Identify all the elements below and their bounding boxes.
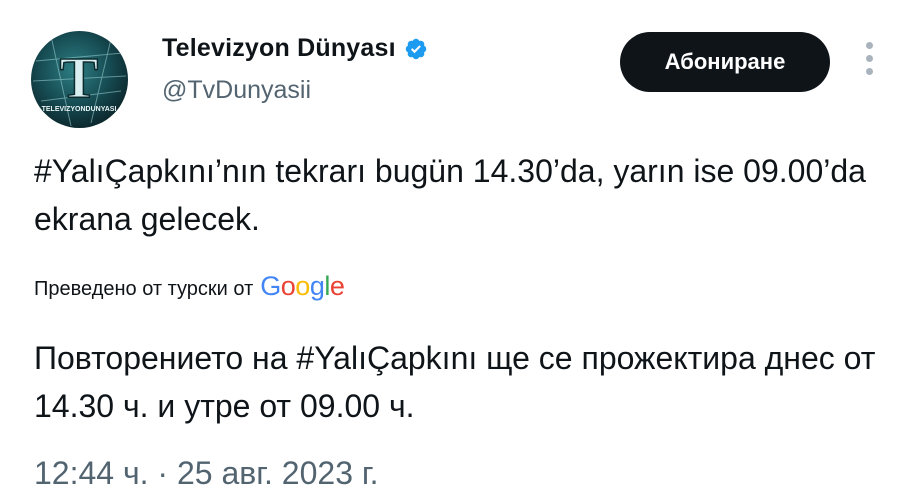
verified-badge-icon[interactable] <box>404 37 428 61</box>
tweet-text: #YalıÇapkını’nın tekrarı bugün 14.30’da,… <box>34 153 866 237</box>
google-logo-icon[interactable]: Google <box>260 271 345 302</box>
translated-text: Повторението на #YalıÇapkını ще се проже… <box>34 340 876 424</box>
user-handle[interactable]: @TvDunyasii <box>162 76 311 105</box>
translation-attribution: Преведено от турски от Google <box>34 271 345 302</box>
follow-button[interactable]: Абониране <box>620 32 830 92</box>
more-vertical-icon[interactable] <box>862 42 876 82</box>
translated-prefix: Преведено от турски от <box>34 278 254 300</box>
avatar[interactable]: T TELEVIZYONDUNYASI <box>31 31 128 128</box>
avatar-logo-icon: T TELEVIZYONDUNYASI <box>32 35 127 127</box>
display-name[interactable]: Televizyon Dünyası <box>162 34 396 63</box>
avatar-caption: TELEVIZYONDUNYASI <box>42 106 117 113</box>
author-name-row[interactable]: Televizyon Dünyası <box>162 34 428 63</box>
avatar-letter: T <box>60 45 99 110</box>
